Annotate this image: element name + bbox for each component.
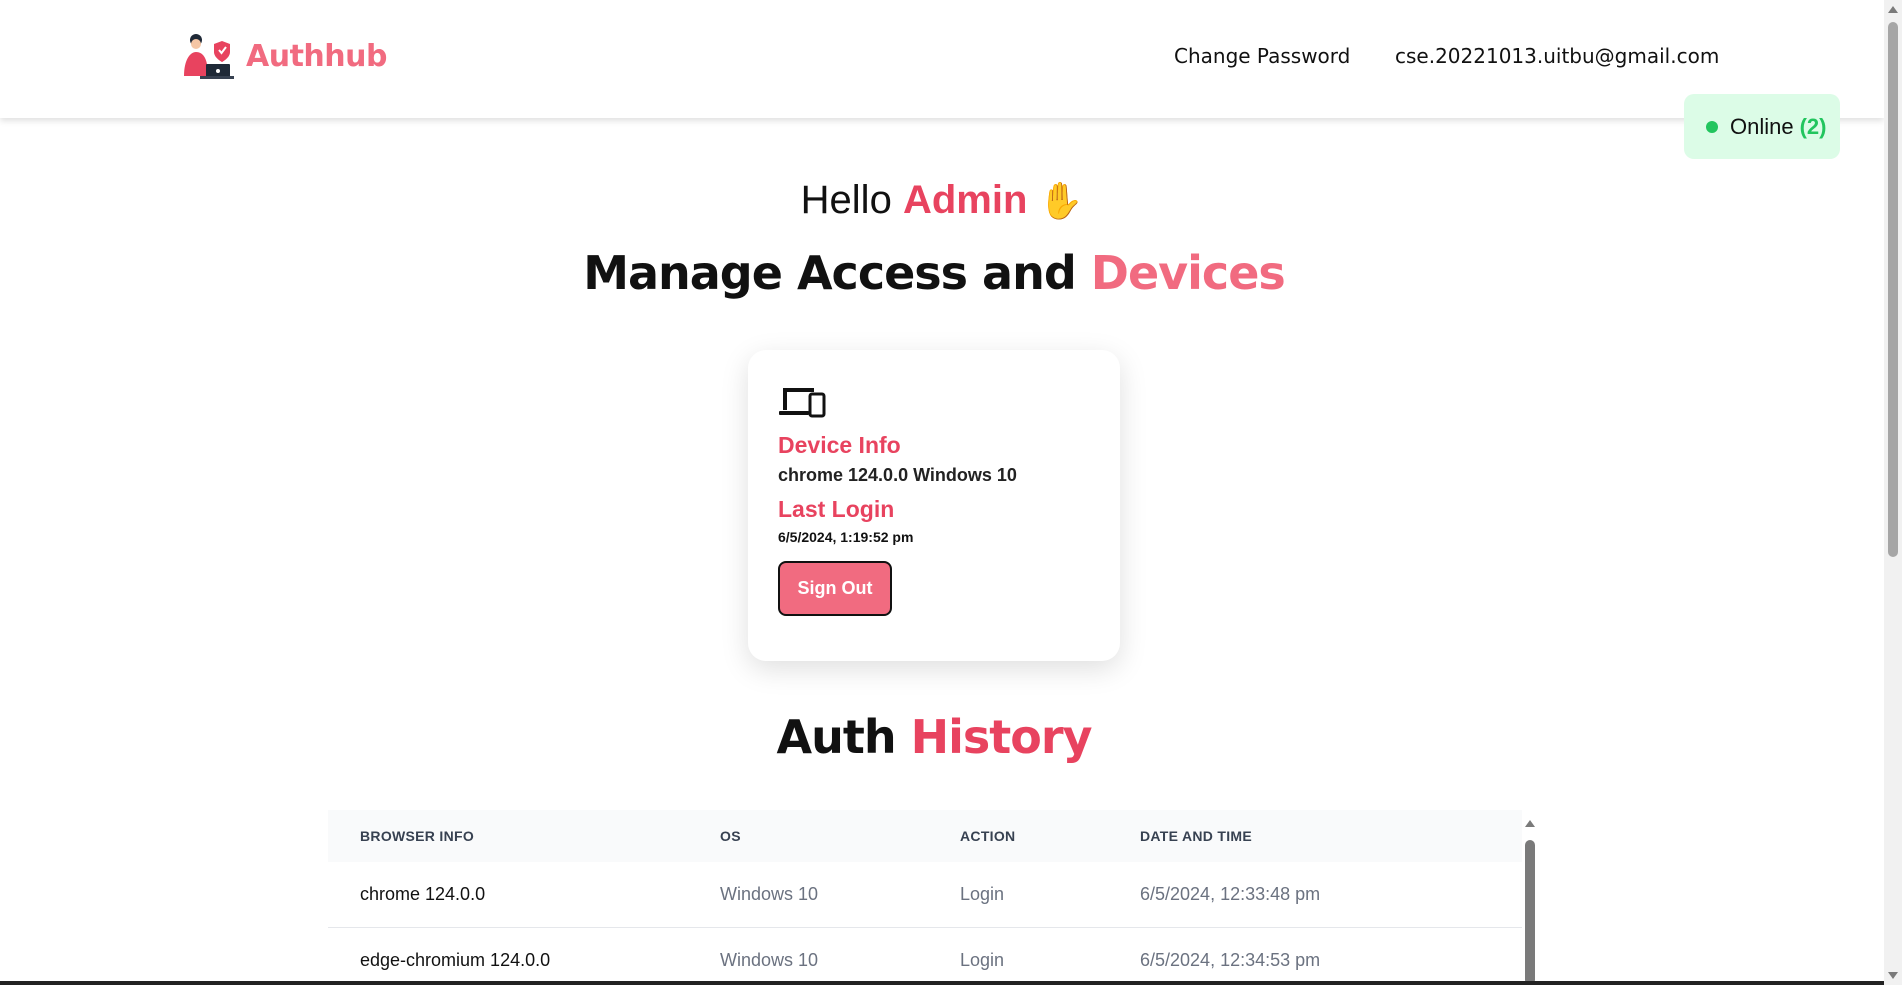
cell-action: Login — [960, 927, 1140, 985]
auth-history-table: BROWSER INFO OS ACTION DATE AND TIME chr… — [328, 810, 1522, 985]
page-title-main: Manage Access and — [583, 246, 1077, 300]
cell-os: Windows 10 — [720, 927, 960, 985]
online-label: Online — [1730, 113, 1794, 139]
page-scroll-thumb[interactable] — [1888, 22, 1898, 557]
column-header-os: OS — [720, 828, 741, 844]
device-card: Device Info chrome 124.0.0 Windows 10 La… — [748, 350, 1120, 661]
scroll-up-arrow-icon[interactable] — [1888, 6, 1898, 13]
online-count: (2) — [1799, 113, 1827, 139]
column-header-browser: BROWSER INFO — [360, 828, 475, 844]
greeting-prefix: Hello — [800, 178, 892, 222]
last-login-value: 6/5/2024, 1:19:52 pm — [778, 529, 914, 545]
online-status-badge[interactable]: Online (2) — [1684, 94, 1840, 159]
table-scrollbar[interactable] — [1522, 818, 1538, 985]
page-scrollbar[interactable] — [1884, 0, 1902, 985]
device-info-value: chrome 124.0.0 Windows 10 — [778, 465, 1017, 485]
table-scroll-up-icon[interactable] — [1525, 820, 1535, 827]
brand-logo[interactable]: Authhub — [176, 30, 387, 82]
last-login-label: Last Login — [778, 496, 895, 522]
table-scroll-thumb[interactable] — [1525, 840, 1535, 985]
table-row: edge-chromium 124.0.0 Windows 10 Login 6… — [328, 927, 1522, 985]
auth-history-title-accent: History — [910, 710, 1093, 764]
greeting: Hello Admin ✋ — [0, 178, 1884, 223]
greeting-name: Admin — [902, 178, 1028, 222]
cell-browser: chrome 124.0.0 — [328, 862, 720, 928]
scroll-down-arrow-icon[interactable] — [1888, 972, 1898, 979]
sign-out-button[interactable]: Sign Out — [778, 561, 892, 616]
developer-illustration-icon — [184, 34, 234, 79]
table-row: chrome 124.0.0 Windows 10 Login 6/5/2024… — [328, 862, 1522, 928]
table-header-row: BROWSER INFO OS ACTION DATE AND TIME — [328, 810, 1522, 862]
cell-os: Windows 10 — [720, 862, 960, 928]
top-navbar: Authhub Change Password cse.20221013.uit… — [0, 0, 1884, 118]
brand-name: Authhub — [246, 38, 387, 74]
online-dot-icon — [1706, 120, 1718, 133]
column-header-datetime: DATE AND TIME — [1140, 828, 1253, 844]
page-title: Manage Access and Devices — [0, 246, 1868, 300]
bottom-edge — [0, 981, 1884, 985]
cell-datetime: 6/5/2024, 12:34:53 pm — [1140, 927, 1522, 985]
cell-browser: edge-chromium 124.0.0 — [328, 927, 720, 985]
device-info-label: Device Info — [778, 432, 901, 458]
auth-history-title-main: Auth — [776, 710, 896, 764]
page-title-accent: Devices — [1090, 246, 1286, 300]
change-password-link[interactable]: Change Password — [1174, 44, 1350, 68]
cell-datetime: 6/5/2024, 12:33:48 pm — [1140, 862, 1522, 928]
auth-history-title: Auth History — [0, 710, 1868, 764]
user-email-link[interactable]: cse.20221013.uitbu@gmail.com — [1395, 44, 1719, 68]
devices-icon — [778, 384, 1090, 420]
wave-hand-icon: ✋ — [1038, 180, 1084, 221]
cell-action: Login — [960, 862, 1140, 928]
auth-history-table-container[interactable]: BROWSER INFO OS ACTION DATE AND TIME chr… — [328, 810, 1524, 985]
column-header-action: ACTION — [960, 828, 1016, 844]
